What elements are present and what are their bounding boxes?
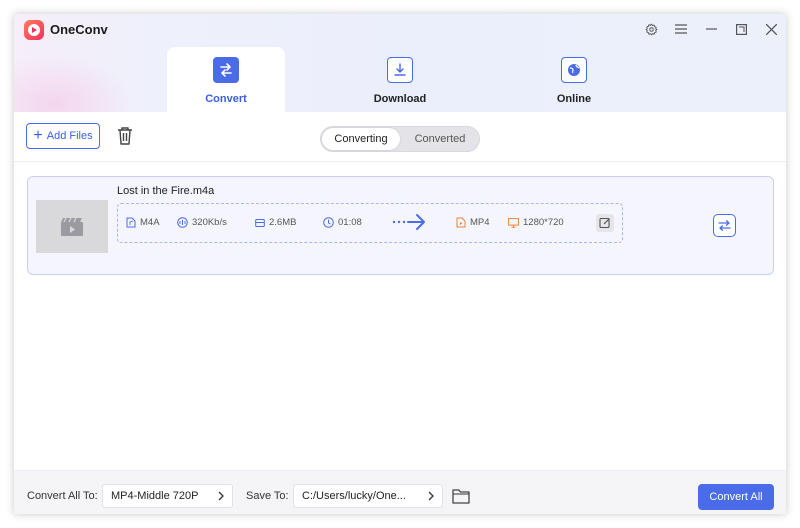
edit-icon[interactable]	[596, 214, 614, 232]
source-size: 2.6MB	[255, 217, 296, 228]
tab-download-label: Download	[373, 93, 427, 105]
conversion-info: M4A 320Kb/s 2.6MB 01:08 MP4 1280*720	[117, 203, 623, 243]
save-to-label: Save To:	[246, 490, 289, 502]
audio-file-icon	[126, 217, 136, 228]
file-name: Lost in the Fire.m4a	[117, 185, 215, 197]
chevron-right-icon	[218, 491, 224, 501]
add-files-label: Add Files	[46, 130, 93, 142]
source-bitrate-value: 320Kb/s	[192, 217, 227, 228]
convert-arrow-icon	[392, 214, 425, 230]
status-segment: Converting Converted	[320, 126, 480, 152]
file-item-card[interactable]: Lost in the Fire.m4a M4A 320Kb/s 2.6MB 0…	[27, 176, 774, 275]
maximize-icon[interactable]	[732, 20, 750, 38]
app-window: OneConv Convert Download Online + Add Fi…	[14, 14, 786, 514]
swap-icon[interactable]	[713, 214, 736, 237]
save-to-select[interactable]: C:/Users/lucky/One...	[293, 484, 443, 508]
video-file-icon	[456, 217, 466, 228]
tab-convert[interactable]: Convert	[167, 47, 285, 112]
save-to-value: C:/Users/lucky/One...	[302, 490, 406, 502]
clock-icon	[323, 217, 334, 228]
menu-icon[interactable]	[672, 20, 690, 38]
source-size-value: 2.6MB	[269, 217, 297, 228]
source-duration-value: 01:08	[338, 217, 362, 228]
source-bitrate: 320Kb/s	[177, 217, 227, 228]
storage-icon	[255, 218, 265, 227]
target-format: MP4	[456, 217, 490, 228]
chevron-right-icon	[428, 491, 434, 501]
app-logo-icon	[24, 20, 44, 40]
folder-icon[interactable]	[452, 488, 470, 504]
download-icon	[387, 57, 413, 83]
monitor-icon	[508, 217, 519, 228]
minimize-icon[interactable]	[702, 20, 720, 38]
target-format-value: MP4	[470, 217, 490, 228]
convert-all-to-select[interactable]: MP4-Middle 720P	[102, 484, 233, 508]
target-resolution-value: 1280*720	[523, 217, 564, 228]
add-files-button[interactable]: + Add Files	[26, 123, 100, 149]
title-bar: OneConv Convert Download Online	[14, 14, 786, 154]
tab-online-label: Online	[556, 93, 592, 105]
tab-download[interactable]: Download	[341, 47, 459, 112]
convert-all-to-value: MP4-Middle 720P	[111, 490, 199, 502]
video-thumbnail-icon	[36, 200, 108, 253]
source-duration: 01:08	[323, 217, 362, 228]
toolbar: + Add Files Converting Converted	[14, 112, 786, 162]
source-format-value: M4A	[140, 217, 160, 228]
bitrate-icon	[177, 217, 188, 228]
footer-bar: Convert All To: MP4-Middle 720P Save To:…	[14, 470, 786, 514]
plus-icon: +	[33, 127, 43, 144]
convert-all-button[interactable]: Convert All	[698, 484, 774, 510]
tab-online[interactable]: Online	[515, 47, 633, 112]
app-title: OneConv	[50, 22, 108, 37]
tab-convert-label: Convert	[205, 93, 247, 105]
segment-converted[interactable]: Converted	[401, 128, 479, 150]
segment-converting[interactable]: Converting	[322, 128, 400, 150]
source-format: M4A	[126, 217, 160, 228]
close-icon[interactable]	[762, 20, 780, 38]
convert-all-to-label: Convert All To:	[27, 490, 98, 502]
settings-icon[interactable]	[642, 20, 660, 38]
target-resolution: 1280*720	[508, 217, 564, 228]
trash-icon[interactable]	[116, 126, 134, 146]
convert-icon	[213, 57, 239, 83]
globe-icon	[561, 57, 587, 83]
